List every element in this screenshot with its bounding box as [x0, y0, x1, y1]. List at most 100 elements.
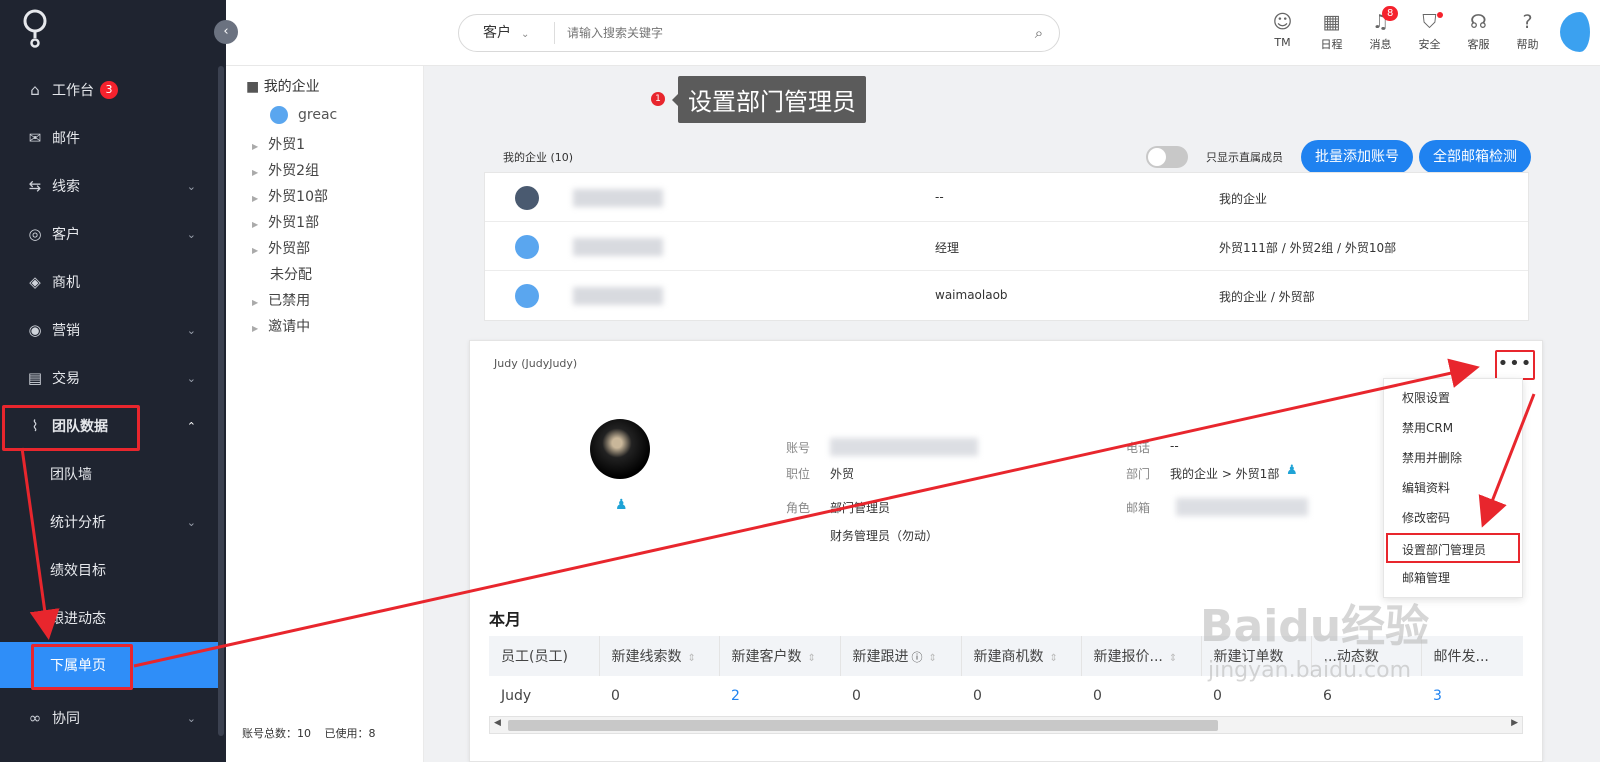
sidebar-subitem-goals[interactable]: 绩效目标: [0, 546, 218, 594]
column-header[interactable]: 新建商机数 ⇕: [961, 636, 1082, 676]
home-icon: ■: [246, 79, 260, 95]
chevron-left-icon[interactable]: ‹: [214, 20, 238, 44]
calendar-button[interactable]: ▦ 日程: [1307, 8, 1356, 58]
headset-icon: ☊: [1470, 11, 1487, 33]
menu-item-permissions[interactable]: 权限设置: [1384, 383, 1522, 413]
tree-node[interactable]: 未分配: [270, 264, 312, 284]
tree-node-label: 已禁用: [268, 293, 311, 309]
menu-item-change-password[interactable]: 修改密码: [1384, 503, 1522, 533]
table-row[interactable]: waimaolaob 我的企业 / 外贸部: [485, 271, 1528, 320]
menu-item-set-dept-admin[interactable]: 设置部门管理员: [1386, 533, 1520, 563]
redacted-email: [1176, 498, 1308, 516]
chevron-down-icon: ⌄: [186, 515, 196, 529]
column-header[interactable]: 邮件发...: [1421, 636, 1523, 676]
sidebar-item-leads[interactable]: ⇆ 线索 ⌄: [0, 162, 218, 210]
field-label-phone: 电话: [1126, 441, 1151, 455]
sidebar-subitem-followups[interactable]: 跟进动态: [0, 594, 218, 642]
sidebar-item-label: 客户: [52, 227, 80, 243]
column-header[interactable]: 新建线索数 ⇕: [599, 636, 720, 676]
sidebar-item-customers[interactable]: ◎ 客户 ⌄: [0, 210, 218, 258]
search-icon[interactable]: ⌕: [1019, 24, 1059, 42]
sidebar-subitem-statistics[interactable]: 统计分析 ⌄: [0, 498, 218, 546]
table-cell-link[interactable]: 2: [719, 676, 840, 717]
step-marker: 1: [651, 92, 665, 106]
batch-add-button[interactable]: 批量添加账号: [1301, 140, 1413, 174]
tree-node-label: 外贸1部: [268, 215, 320, 231]
tree-user-label: greac: [298, 107, 338, 123]
chevron-down-icon: ⌄: [186, 371, 196, 385]
tree-node[interactable]: ▶ 外贸1部: [252, 212, 319, 232]
menu-item-disable-delete[interactable]: 禁用并删除: [1384, 443, 1522, 473]
menu-item-mailbox-management[interactable]: 邮箱管理: [1384, 563, 1522, 593]
sidebar-item-mail[interactable]: ✉ 邮件: [0, 114, 218, 162]
redacted-name: [573, 287, 663, 305]
tool-label: TM: [1274, 36, 1291, 49]
sidebar-item-label: 线索: [52, 179, 80, 195]
member-dept: 我的企业 / 外贸部: [1219, 290, 1315, 304]
sidebar-scrollbar[interactable]: [218, 66, 224, 736]
column-header[interactable]: 新建报价... ⇕: [1081, 636, 1202, 676]
table-row[interactable]: 经理 外贸111部 / 外贸2组 / 外贸10部: [485, 222, 1528, 271]
security-button[interactable]: ⛉ 安全: [1405, 8, 1454, 58]
table-cell-link[interactable]: 3: [1421, 676, 1523, 717]
menu-item-edit-profile[interactable]: 编辑资料: [1384, 473, 1522, 503]
sidebar-item-opportunities[interactable]: ◈ 商机: [0, 258, 218, 306]
direct-members-toggle[interactable]: [1146, 146, 1188, 168]
tm-icon: ☺: [1272, 11, 1293, 33]
column-header[interactable]: 新建客户数 ⇕: [719, 636, 841, 676]
tree-node[interactable]: ▶ 已禁用: [252, 290, 310, 310]
caret-right-icon: ▶: [252, 324, 259, 333]
sidebar-item-collab[interactable]: ∞ 协同 ⌄: [0, 694, 218, 742]
avatar: [270, 106, 288, 124]
column-label: 邮件发...: [1433, 649, 1489, 665]
column-label: 新建商机数: [973, 649, 1044, 665]
avatar: [590, 419, 650, 479]
member-position: waimaolaob: [935, 288, 1008, 302]
watermark: Baidu经验 jingyan.baidu.com: [1200, 590, 1429, 683]
tm-button[interactable]: ☺ TM: [1258, 8, 1307, 58]
tool-label: 客服: [1467, 38, 1490, 51]
tree-node[interactable]: ▶ 外贸部: [252, 238, 310, 258]
sidebar-item-label: 工作台: [52, 83, 94, 99]
more-options-button[interactable]: •••: [1495, 350, 1535, 380]
redacted-account: [830, 438, 978, 456]
user-avatar[interactable]: [1560, 12, 1600, 52]
tree-node[interactable]: ▶ 邀请中: [252, 316, 310, 336]
info-icon: ⓘ: [911, 651, 923, 664]
tree-root[interactable]: ■ 我的企业: [246, 76, 320, 96]
sidebar-item-marketing[interactable]: ◉ 营销 ⌄: [0, 306, 218, 354]
help-button[interactable]: ? 帮助: [1503, 8, 1552, 58]
scrollbar-thumb[interactable]: [508, 720, 1218, 731]
table-row[interactable]: -- 我的企业: [485, 173, 1528, 222]
messages-button[interactable]: ♫ 8 消息: [1356, 6, 1405, 58]
tree-node[interactable]: ▶ 外贸10部: [252, 186, 328, 206]
member-table: -- 我的企业 经理 外贸111部 / 外贸2组 / 外贸10部 waimaol…: [484, 172, 1529, 321]
scroll-left-icon[interactable]: ◀: [494, 718, 501, 728]
check-all-mail-button[interactable]: 全部邮箱检测: [1419, 140, 1531, 174]
column-header[interactable]: 员工(员工): [489, 636, 600, 676]
search-input[interactable]: [555, 26, 1019, 40]
app-logo-icon[interactable]: [20, 8, 50, 48]
column-header[interactable]: 新建跟进 ⓘ ⇕: [840, 636, 962, 676]
tree-node[interactable]: ▶ 外贸1: [252, 134, 305, 154]
sidebar-item-deals[interactable]: ▤ 交易 ⌄: [0, 354, 218, 402]
sidebar-subitem-team-wall[interactable]: 团队墙: [0, 450, 218, 498]
search-scope-select[interactable]: 客户 ⌄: [459, 22, 555, 44]
tree-node[interactable]: ▶ 外贸2组: [252, 160, 319, 180]
table-horizontal-scrollbar[interactable]: ◀ ▶: [489, 716, 1523, 734]
redacted-name: [573, 238, 663, 256]
top-bar: 客户 ⌄ ⌕ ☺ TM ▦ 日程 ♫ 8 消息 ⛉ 安全 ☊ 客服 ? 帮助: [226, 0, 1600, 66]
menu-item-disable-crm[interactable]: 禁用CRM: [1384, 413, 1522, 443]
tree-node-label: 邀请中: [268, 319, 311, 335]
toolbar: ☺ TM ▦ 日程 ♫ 8 消息 ⛉ 安全 ☊ 客服 ? 帮助: [1258, 6, 1600, 58]
help-icon: ?: [1522, 11, 1533, 33]
member-position: 经理: [935, 241, 960, 255]
support-button[interactable]: ☊ 客服: [1454, 8, 1503, 58]
scroll-right-icon[interactable]: ▶: [1511, 718, 1518, 728]
account-total: 账号总数：10: [242, 727, 311, 740]
sidebar-item-workbench[interactable]: ⌂ 工作台 3: [0, 66, 218, 114]
table-cell: 0: [840, 676, 961, 717]
column-label: 新建线索数: [611, 649, 682, 665]
tree-user[interactable]: greac: [270, 106, 337, 124]
tool-label: 消息: [1369, 38, 1392, 51]
